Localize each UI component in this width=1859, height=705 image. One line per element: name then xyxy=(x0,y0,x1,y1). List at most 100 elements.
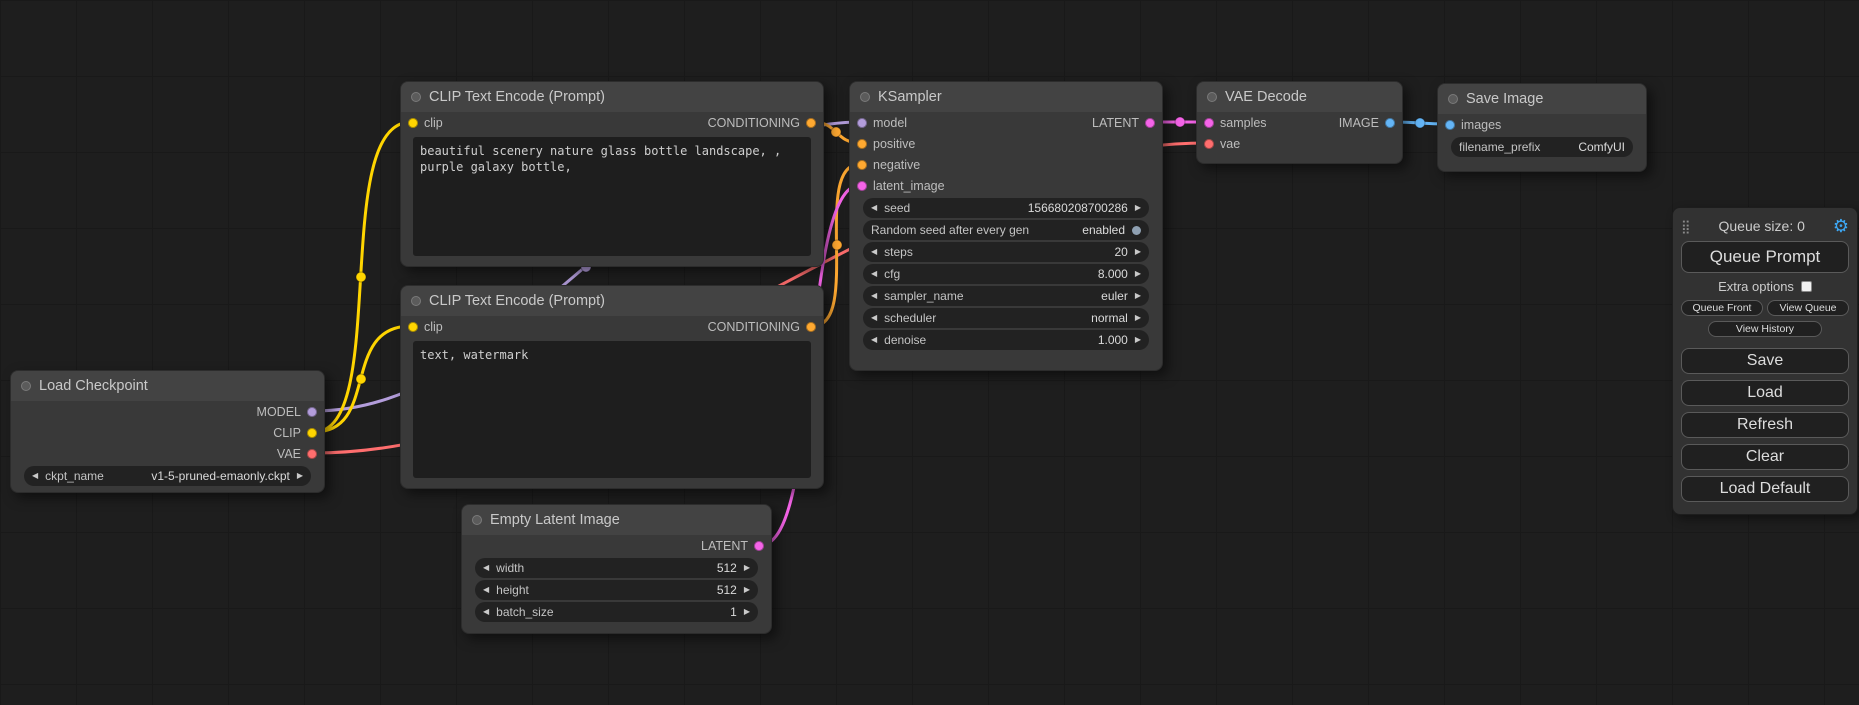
queue-prompt-button[interactable]: Queue Prompt xyxy=(1681,241,1849,273)
collapse-icon[interactable] xyxy=(860,92,870,102)
node-vae-decode[interactable]: VAE Decode samples IMAGE vae xyxy=(1196,81,1403,164)
increment-arrow-icon[interactable]: ▶ xyxy=(1135,204,1141,212)
extra-options-checkbox[interactable] xyxy=(1801,281,1812,292)
decrement-arrow-icon[interactable]: ◀ xyxy=(871,314,877,322)
widget-sampler-name[interactable]: ◀ sampler_name euler ▶ xyxy=(863,286,1149,306)
node-title-bar[interactable]: CLIP Text Encode (Prompt) xyxy=(401,82,823,112)
view-queue-button[interactable]: View Queue xyxy=(1767,300,1849,316)
decrement-arrow-icon[interactable]: ◀ xyxy=(871,204,877,212)
widget-cfg[interactable]: ◀ cfg 8.000 ▶ xyxy=(863,264,1149,284)
widget-filename-prefix[interactable]: filename_prefix ComfyUI xyxy=(1451,137,1633,157)
widget-seed[interactable]: ◀ seed 156680208700286 ▶ xyxy=(863,198,1149,218)
clip-input-slot[interactable] xyxy=(408,118,418,128)
widget-scheduler[interactable]: ◀ scheduler normal ▶ xyxy=(863,308,1149,328)
load-default-button[interactable]: Load Default xyxy=(1681,476,1849,502)
wire-midpoint-dot[interactable] xyxy=(356,272,366,282)
node-empty-latent-image[interactable]: Empty Latent Image LATENT ◀ width 512 ▶ … xyxy=(461,504,772,634)
decrement-arrow-icon[interactable]: ◀ xyxy=(871,270,877,278)
clear-button[interactable]: Clear xyxy=(1681,444,1849,470)
node-title-bar[interactable]: KSampler xyxy=(850,82,1162,112)
decrement-arrow-icon[interactable]: ◀ xyxy=(32,472,38,480)
increment-arrow-icon[interactable]: ▶ xyxy=(744,608,750,616)
node-clip-text-encode-positive[interactable]: CLIP Text Encode (Prompt) clip CONDITION… xyxy=(400,81,824,267)
samples-input-slot[interactable] xyxy=(1204,118,1214,128)
clip-output-slot[interactable] xyxy=(307,428,317,438)
collapse-icon[interactable] xyxy=(1207,92,1217,102)
queue-front-button[interactable]: Queue Front xyxy=(1681,300,1763,316)
decrement-arrow-icon[interactable]: ◀ xyxy=(483,564,489,572)
decrement-arrow-icon[interactable]: ◀ xyxy=(483,586,489,594)
slot-row: clip CONDITIONING xyxy=(401,112,823,133)
vae-output-slot[interactable] xyxy=(307,449,317,459)
decrement-arrow-icon[interactable]: ◀ xyxy=(871,292,877,300)
slot-row: clip CONDITIONING xyxy=(401,316,823,337)
node-title-bar[interactable]: Save Image xyxy=(1438,84,1646,114)
collapse-icon[interactable] xyxy=(472,515,482,525)
increment-arrow-icon[interactable]: ▶ xyxy=(1135,248,1141,256)
collapse-icon[interactable] xyxy=(21,381,31,391)
negative-input-slot[interactable] xyxy=(857,160,867,170)
widget-value: 1.000 xyxy=(1098,333,1128,347)
model-input-slot[interactable] xyxy=(857,118,867,128)
widget-name: ckpt_name xyxy=(45,469,104,483)
widget-batch-size[interactable]: ◀ batch_size 1 ▶ xyxy=(475,602,758,622)
refresh-button[interactable]: Refresh xyxy=(1681,412,1849,438)
increment-arrow-icon[interactable]: ▶ xyxy=(297,472,303,480)
widget-height[interactable]: ◀ height 512 ▶ xyxy=(475,580,758,600)
load-button[interactable]: Load xyxy=(1681,380,1849,406)
collapse-icon[interactable] xyxy=(1448,94,1458,104)
vae-input-slot[interactable] xyxy=(1204,139,1214,149)
negative-prompt-textarea[interactable]: text, watermark xyxy=(413,341,811,478)
clip-input-slot[interactable] xyxy=(408,322,418,332)
widget-ckpt-name[interactable]: ◀ ckpt_name v1-5-pruned-emaonly.ckpt ▶ xyxy=(24,466,311,486)
increment-arrow-icon[interactable]: ▶ xyxy=(744,564,750,572)
node-graph-canvas[interactable]: Load Checkpoint MODEL CLIP VAE ◀ ckpt_na… xyxy=(0,0,1859,705)
increment-arrow-icon[interactable]: ▶ xyxy=(1135,270,1141,278)
positive-prompt-textarea[interactable]: beautiful scenery nature glass bottle la… xyxy=(413,137,811,256)
images-input-slot[interactable] xyxy=(1445,120,1455,130)
wire-midpoint-dot[interactable] xyxy=(832,240,842,250)
positive-input-slot[interactable] xyxy=(857,139,867,149)
node-title-bar[interactable]: CLIP Text Encode (Prompt) xyxy=(401,286,823,316)
widget-steps[interactable]: ◀ steps 20 ▶ xyxy=(863,242,1149,262)
slot-row: negative xyxy=(850,154,1162,175)
wire-midpoint-dot[interactable] xyxy=(831,127,841,137)
latent-output-slot[interactable] xyxy=(754,541,764,551)
widget-denoise[interactable]: ◀ denoise 1.000 ▶ xyxy=(863,330,1149,350)
drag-handle-icon[interactable]: ⣿ xyxy=(1681,220,1691,233)
collapse-icon[interactable] xyxy=(411,296,421,306)
conditioning-output-slot[interactable] xyxy=(806,118,816,128)
widget-name: seed xyxy=(884,201,910,215)
wire-midpoint-dot[interactable] xyxy=(1415,118,1425,128)
image-output-slot[interactable] xyxy=(1385,118,1395,128)
node-ksampler[interactable]: KSampler model LATENT positive negative … xyxy=(849,81,1163,371)
wire-midpoint-dot[interactable] xyxy=(1175,117,1185,127)
latent-image-input-slot[interactable] xyxy=(857,181,867,191)
node-save-image[interactable]: Save Image images filename_prefix ComfyU… xyxy=(1437,83,1647,172)
toggle-indicator-icon[interactable] xyxy=(1132,226,1141,235)
widget-value: enabled xyxy=(1082,223,1125,237)
decrement-arrow-icon[interactable]: ◀ xyxy=(483,608,489,616)
node-title-bar[interactable]: VAE Decode xyxy=(1197,82,1402,112)
widget-random-seed-toggle[interactable]: Random seed after every gen enabled xyxy=(863,220,1149,240)
increment-arrow-icon[interactable]: ▶ xyxy=(1135,314,1141,322)
increment-arrow-icon[interactable]: ▶ xyxy=(1135,292,1141,300)
view-history-button[interactable]: View History xyxy=(1708,321,1822,337)
decrement-arrow-icon[interactable]: ◀ xyxy=(871,248,877,256)
model-output-slot[interactable] xyxy=(307,407,317,417)
slot-row: images xyxy=(1438,114,1646,135)
node-clip-text-encode-negative[interactable]: CLIP Text Encode (Prompt) clip CONDITION… xyxy=(400,285,824,489)
collapse-icon[interactable] xyxy=(411,92,421,102)
save-button[interactable]: Save xyxy=(1681,348,1849,374)
latent-output-slot[interactable] xyxy=(1145,118,1155,128)
node-load-checkpoint[interactable]: Load Checkpoint MODEL CLIP VAE ◀ ckpt_na… xyxy=(10,370,325,493)
decrement-arrow-icon[interactable]: ◀ xyxy=(871,336,877,344)
increment-arrow-icon[interactable]: ▶ xyxy=(1135,336,1141,344)
conditioning-output-slot[interactable] xyxy=(806,322,816,332)
widget-width[interactable]: ◀ width 512 ▶ xyxy=(475,558,758,578)
node-title-bar[interactable]: Load Checkpoint xyxy=(11,371,324,401)
settings-gear-icon[interactable]: ⚙ xyxy=(1833,217,1849,235)
increment-arrow-icon[interactable]: ▶ xyxy=(744,586,750,594)
node-title-bar[interactable]: Empty Latent Image xyxy=(462,505,771,535)
wire-midpoint-dot[interactable] xyxy=(356,374,366,384)
